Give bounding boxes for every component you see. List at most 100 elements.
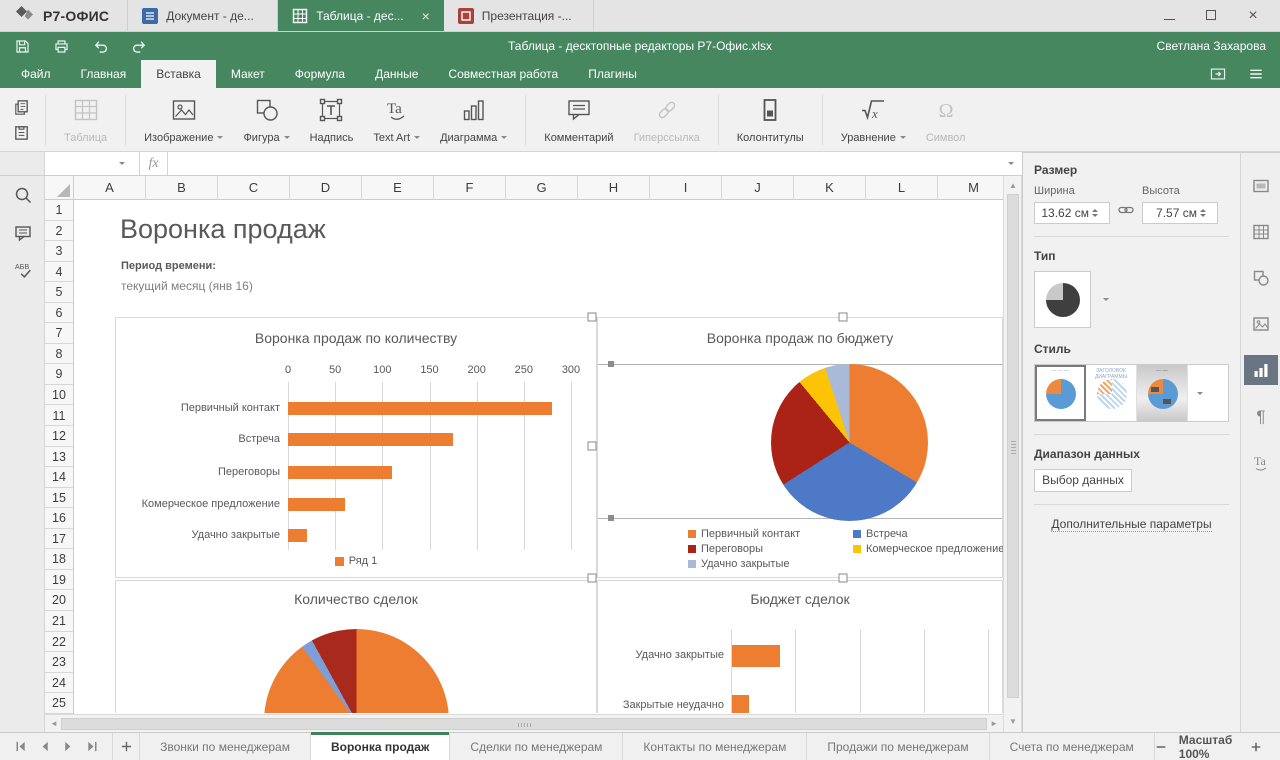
close-button[interactable]: × [1236,3,1270,29]
selection-handle[interactable] [587,441,597,451]
name-box-input[interactable] [45,152,115,175]
sheet-tab-5[interactable]: Счета по менеджерам [990,733,1155,760]
prev-sheet-button[interactable] [34,737,54,757]
row-header-23[interactable]: 23 [45,652,73,673]
chart-style-1[interactable]: — — — [1035,365,1086,421]
paragraph-settings-button[interactable]: ¶ [1244,401,1278,431]
ribbon-tab-5[interactable]: Данные [360,60,433,88]
scroll-down-icon[interactable]: ▼ [1009,718,1017,726]
search-button[interactable] [0,176,45,214]
row-header-14[interactable]: 14 [45,467,73,488]
column-header-G[interactable]: G [506,176,578,200]
row-header-21[interactable]: 21 [45,611,73,632]
maximize-button[interactable] [1194,3,1228,29]
width-input[interactable] [1035,206,1089,220]
width-spinner[interactable] [1092,206,1098,220]
insert-shape-button[interactable]: Фигура [233,92,299,148]
row-header-22[interactable]: 22 [45,632,73,653]
advanced-settings-link[interactable]: Дополнительные параметры [1051,517,1212,532]
doc-tab-2[interactable]: Презентация -... [444,0,594,31]
ribbon-tab-3[interactable]: Макет [216,60,280,88]
bar-0[interactable] [288,402,553,415]
first-sheet-button[interactable] [10,737,30,757]
column-headers[interactable]: ABCDEFGHIJKLM [45,176,1003,200]
bar-1[interactable] [288,433,454,446]
ribbon-tab-7[interactable]: Плагины [573,60,652,88]
row-header-7[interactable]: 7 [45,323,73,344]
formula-input[interactable] [168,152,1008,175]
row-header-3[interactable]: 3 [45,241,73,262]
row-header-19[interactable]: 19 [45,570,73,591]
bar-2[interactable] [288,466,392,479]
print-button[interactable] [53,38,70,55]
plot-area-handle[interactable] [608,361,614,367]
ribbon-tab-6[interactable]: Совместная работа [433,60,573,88]
cell-settings-button[interactable] [1244,171,1278,201]
column-header-C[interactable]: C [218,176,290,200]
row-header-20[interactable]: 20 [45,590,73,611]
doc-tab-1[interactable]: Таблица - дес... × [278,0,444,31]
selection-handle[interactable] [838,573,848,583]
chart-style-3[interactable]: — — [1137,365,1188,421]
sheet-tab-2[interactable]: Сделки по менеджерам [450,733,624,760]
sheet-tab-1[interactable]: Воронка продаж [310,732,451,760]
chart-style-2[interactable]: ЗАГОЛОВОК ДИАГРАММЫ [1086,365,1137,421]
insert-textart-button[interactable]: Ta Text Art [363,92,430,148]
selection-handle[interactable] [587,573,597,583]
add-sheet-button[interactable] [112,733,139,760]
pie-graphic[interactable] [771,364,928,521]
last-sheet-button[interactable] [82,737,102,757]
row-header-1[interactable]: 1 [45,200,73,221]
pie-graphic[interactable] [264,629,449,713]
column-header-J[interactable]: J [722,176,794,200]
main-menu-button[interactable] [1246,65,1266,83]
row-header-16[interactable]: 16 [45,508,73,529]
scroll-right-icon[interactable]: ► [990,720,998,728]
sheet-tab-0[interactable]: Звонки по менеджерам [140,733,311,760]
insert-hyperlink-button[interactable]: Гиперссылка [624,92,710,148]
minimize-button[interactable] [1152,3,1186,29]
row-header-25[interactable]: 25 [45,693,73,714]
row-header-18[interactable]: 18 [45,549,73,570]
image-settings-button[interactable] [1244,309,1278,339]
selection-handle[interactable] [838,312,848,322]
insert-chart-button[interactable]: Диаграмма [430,92,517,148]
name-box-chevron-icon[interactable] [119,162,125,168]
select-data-button[interactable]: Выбор данных [1034,469,1132,492]
height-field[interactable] [1142,202,1218,224]
insert-equation-button[interactable]: x Уравнение [831,92,916,148]
insert-function-button[interactable]: fx [140,152,168,175]
sheet-tab-4[interactable]: Продажи по менеджерам [807,733,990,760]
insert-image-button[interactable]: Изображение [134,92,233,148]
select-all-corner[interactable] [45,176,74,200]
insert-table-button[interactable]: Таблица [54,92,117,148]
ribbon-tab-4[interactable]: Формула [280,60,360,88]
row-header-11[interactable]: 11 [45,406,73,427]
textart-settings-button[interactable]: Ta [1244,447,1278,477]
chart-funnel-by-count[interactable]: Воронка продаж по количеству 0 50 100 150 200… [115,317,597,578]
height-spinner[interactable] [1200,206,1206,220]
scroll-left-icon[interactable]: ◄ [50,720,58,728]
row-header-9[interactable]: 9 [45,364,73,385]
row-header-17[interactable]: 17 [45,529,73,550]
bar-4[interactable] [288,529,307,542]
spreadsheet-area[interactable]: ABCDEFGHIJKLM 1 2 3 4 5 6 7 8 9 10 11 12 13 14 15 16 17 1… [45,176,1003,732]
row-header-15[interactable]: 15 [45,488,73,509]
width-field[interactable] [1034,202,1110,224]
chart-funnel-by-budget[interactable]: Воронка продаж по бюджету Первичный конта… [597,317,1003,578]
style-gallery-expand-button[interactable] [1188,365,1208,421]
horizontal-scrollbar-thumb[interactable] [61,718,987,730]
ribbon-tab-0[interactable]: Файл [6,60,66,88]
chart-deal-count[interactable]: Количество сделок [115,580,597,713]
row-header-13[interactable]: 13 [45,447,73,468]
close-icon[interactable]: × [422,9,430,23]
chart-deal-budget[interactable]: Бюджет сделок Удачно закрытые Закрытые неу… [597,580,1003,713]
ribbon-tab-2[interactable]: Вставка [141,60,216,88]
next-sheet-button[interactable] [58,737,78,757]
paste-button[interactable] [12,123,31,142]
chart-settings-button[interactable] [1243,355,1278,385]
column-header-A[interactable]: A [74,176,146,200]
chart-type-selector[interactable] [1034,271,1091,328]
spellcheck-button[interactable]: АБВ [0,252,45,290]
zoom-out-button[interactable] [1155,741,1167,753]
